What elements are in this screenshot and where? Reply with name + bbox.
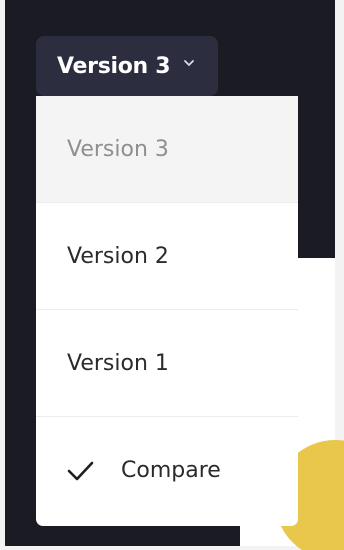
menu-item-compare[interactable]: Compare — [36, 417, 298, 524]
menu-item-label: Version 1 — [67, 350, 169, 376]
version-dropdown-menu: Version 3 Version 2 Version 1 Compare — [36, 96, 298, 526]
menu-item-label: Version 3 — [67, 136, 169, 162]
menu-item-version-2[interactable]: Version 2 — [36, 203, 298, 310]
chevron-down-icon — [184, 59, 195, 69]
menu-item-label: Compare — [121, 458, 221, 483]
menu-item-version-1[interactable]: Version 1 — [36, 310, 298, 417]
version-selector-button[interactable]: Version 3 — [36, 36, 218, 96]
check-icon — [67, 461, 94, 481]
version-selector-label: Version 3 — [57, 53, 171, 79]
menu-item-label: Version 2 — [67, 243, 169, 269]
app-stage: Version 3 Version 3 Version 2 Version 1 … — [0, 0, 344, 550]
menu-item-version-3[interactable]: Version 3 — [36, 96, 298, 203]
